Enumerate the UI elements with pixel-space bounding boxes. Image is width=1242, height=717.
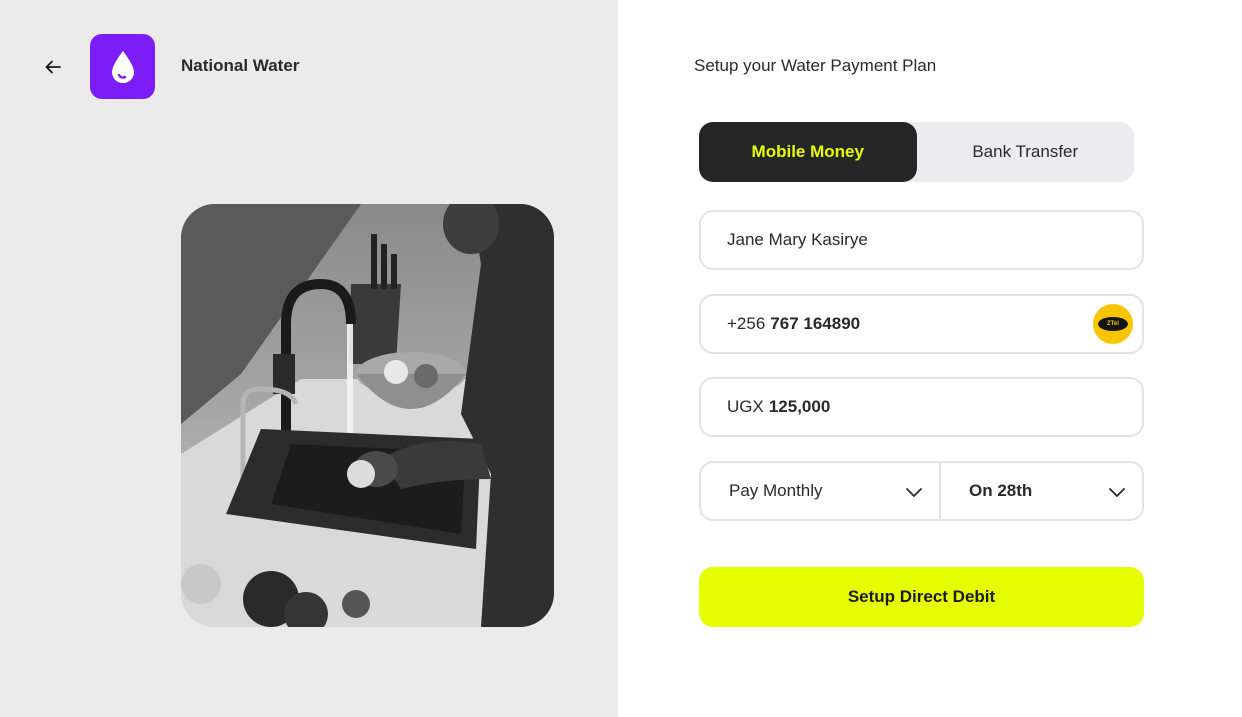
phone-prefix: +256 xyxy=(727,314,766,333)
frequency-select[interactable]: Pay Monthly xyxy=(701,463,941,519)
name-value: Jane Mary Kasirye xyxy=(727,230,868,249)
arrow-left-icon xyxy=(45,60,61,74)
carrier-logo-icon: ZTel xyxy=(1093,304,1133,344)
photo-person-washing-vegetables xyxy=(181,204,554,627)
schedule-row: Pay Monthly On 28th xyxy=(699,461,1144,521)
day-value: On 28th xyxy=(969,481,1033,500)
brand-logo xyxy=(90,34,155,99)
tab-mobile-money[interactable]: Mobile Money xyxy=(699,122,917,182)
day-select[interactable]: On 28th xyxy=(941,463,1142,519)
brand-name: National Water xyxy=(181,56,300,75)
setup-direct-debit-button[interactable]: Setup Direct Debit xyxy=(699,567,1144,627)
chevron-down-icon xyxy=(906,488,922,497)
phone-field[interactable]: +256 767 164890 ZTel xyxy=(699,294,1144,354)
chevron-down-icon xyxy=(1109,488,1125,497)
currency-label: UGX xyxy=(727,397,764,416)
amount-value: 125,000 xyxy=(768,397,831,416)
page-title: Setup your Water Payment Plan xyxy=(694,56,937,75)
payment-method-toggle: Mobile Money Bank Transfer xyxy=(699,122,1134,182)
carrier-logo-text: ZTel xyxy=(1098,317,1128,331)
water-drop-icon xyxy=(111,50,134,83)
left-panel: National Water xyxy=(0,0,618,717)
amount-field[interactable]: UGX 125,000 xyxy=(699,377,1144,437)
back-button[interactable] xyxy=(40,54,66,80)
frequency-value: Pay Monthly xyxy=(729,481,823,500)
name-field[interactable]: Jane Mary Kasirye xyxy=(699,210,1144,270)
phone-number: 767 164890 xyxy=(770,314,861,333)
tab-bank-transfer[interactable]: Bank Transfer xyxy=(917,122,1135,182)
